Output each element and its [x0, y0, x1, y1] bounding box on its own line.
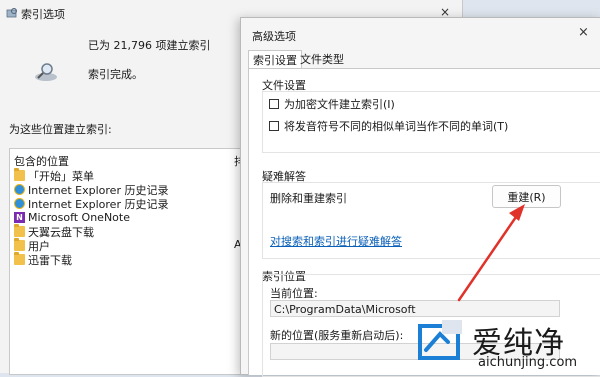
- current-location-field: C:\ProgramData\Microsoft: [270, 300, 560, 317]
- magnifier-icon: [35, 63, 57, 81]
- location-label: Microsoft OneNote: [28, 211, 130, 224]
- ie-icon: [14, 198, 25, 209]
- ie-icon: [14, 184, 25, 195]
- watermark-url-text: aichunjing.com: [478, 355, 578, 370]
- dialog-title: 高级选项: [252, 30, 296, 43]
- index-status: 索引完成。: [88, 68, 143, 81]
- tab-file-types[interactable]: 文件类型: [296, 50, 348, 69]
- diacritics-checkbox[interactable]: 将发音符号不同的相似单词当作不同的单词(T): [269, 118, 508, 134]
- folder-icon: [14, 238, 25, 251]
- onenote-icon: N: [14, 212, 25, 223]
- current-location-label: 当前位置:: [270, 287, 318, 300]
- new-location-label: 新的位置(服务重新启动后):: [270, 329, 404, 342]
- aichunjing-logo-icon: [418, 320, 462, 360]
- watermark: 爱纯净 aichunjing.com: [414, 318, 600, 373]
- checkbox-label: 将发音符号不同的相似单词当作不同的单词(T): [284, 120, 509, 133]
- checkbox-label: 为加密文件建立索引(I): [284, 98, 395, 111]
- close-icon[interactable]: ×: [578, 25, 589, 40]
- tab-index-settings[interactable]: 索引设置: [248, 50, 302, 70]
- encrypt-files-checkbox[interactable]: 为加密文件建立索引(I): [269, 96, 395, 112]
- checkbox-box[interactable]: [269, 99, 279, 109]
- rebuild-description: 删除和重建索引: [270, 192, 347, 205]
- checkbox-box[interactable]: [269, 121, 279, 131]
- folder-icon: [14, 252, 25, 265]
- indexing-options-icon: [6, 8, 17, 18]
- locations-section-label: 为这些位置建立索引:: [9, 123, 112, 136]
- location-label: 迅雷下载: [28, 253, 72, 267]
- troubleshoot-link[interactable]: 对搜索和索引进行疑难解答: [270, 233, 402, 249]
- folder-icon: [14, 168, 25, 181]
- window-title: 索引选项: [21, 8, 65, 21]
- list-item[interactable]: Internet Explorer 历史记录: [14, 196, 168, 211]
- list-item[interactable]: 迅雷下载: [14, 252, 72, 267]
- folder-icon: [14, 224, 25, 237]
- indexed-count: 已为 21,796 项建立索引: [88, 39, 211, 52]
- list-item[interactable]: 天翼云盘下载: [14, 224, 94, 239]
- rebuild-button[interactable]: 重建(R): [492, 185, 561, 208]
